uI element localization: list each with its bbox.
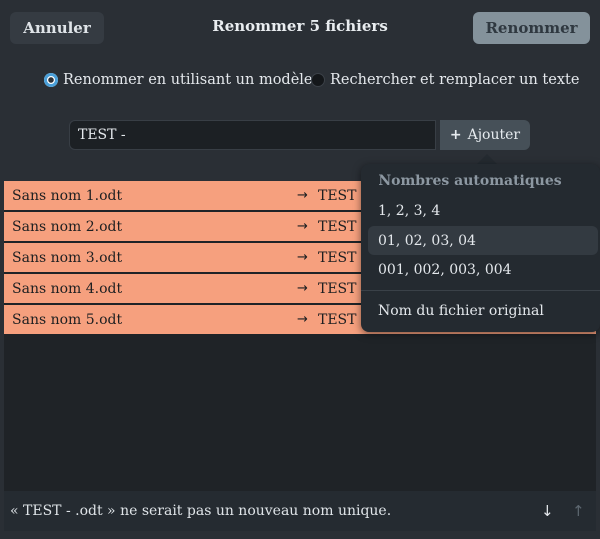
radio-replace-mode[interactable]: Rechercher et remplacer un texte xyxy=(311,72,579,88)
new-filename: TEST - xyxy=(318,311,366,328)
rename-dialog: Annuler Renommer 5 fichiers Renommer Ren… xyxy=(0,0,600,539)
arrow-down-icon[interactable]: ↓ xyxy=(541,502,554,520)
number-format-01[interactable]: 01, 02, 03, 04 xyxy=(368,226,598,255)
old-filename: Sans nom 5.odt xyxy=(12,311,123,328)
new-filename: TEST - xyxy=(318,249,366,266)
radio-template-label: Renommer en utilisant un modèle xyxy=(63,72,313,88)
template-input-value: TEST - xyxy=(78,127,126,143)
status-bar: « TEST - .odt » ne serait pas un nouveau… xyxy=(4,491,596,531)
new-filename: TEST - xyxy=(318,218,366,235)
arrow-up-icon[interactable]: ↑ xyxy=(572,502,585,520)
radio-template-mode[interactable]: Renommer en utilisant un modèle xyxy=(44,72,313,88)
rename-button[interactable]: Renommer xyxy=(473,12,590,44)
add-popover: Nombres automatiques 1, 2, 3, 4 01, 02, … xyxy=(361,164,600,332)
popover-title: Nombres automatiques xyxy=(378,173,562,189)
original-name-item[interactable]: Nom du fichier original xyxy=(368,296,598,325)
arrow-right-icon: → xyxy=(297,281,308,296)
plus-icon: + xyxy=(449,127,462,143)
conflict-message: « TEST - .odt » ne serait pas un nouveau… xyxy=(10,503,392,519)
header-bar: Annuler Renommer 5 fichiers Renommer xyxy=(0,0,600,56)
arrow-right-icon: → xyxy=(297,250,308,265)
mode-selector: Renommer en utilisant un modèle Recherch… xyxy=(0,72,600,94)
new-filename: TEST - xyxy=(318,187,366,204)
arrow-right-icon: → xyxy=(297,219,308,234)
template-input[interactable]: TEST - xyxy=(69,120,436,150)
arrow-right-icon: → xyxy=(297,312,308,327)
new-filename: TEST - xyxy=(318,280,366,297)
radio-replace-label: Rechercher et remplacer un texte xyxy=(330,72,580,88)
radio-unselected-icon xyxy=(311,73,325,87)
old-filename: Sans nom 4.odt xyxy=(12,280,123,297)
radio-selected-icon xyxy=(44,73,58,87)
add-button-label: Ajouter xyxy=(467,127,521,143)
arrow-right-icon: → xyxy=(297,188,308,203)
old-filename: Sans nom 1.odt xyxy=(12,187,123,204)
add-button[interactable]: + Ajouter xyxy=(440,120,530,150)
number-format-1[interactable]: 1, 2, 3, 4 xyxy=(368,196,598,225)
old-filename: Sans nom 2.odt xyxy=(12,218,123,235)
popover-separator xyxy=(361,290,600,291)
number-format-001[interactable]: 001, 002, 003, 004 xyxy=(368,255,598,284)
old-filename: Sans nom 3.odt xyxy=(12,249,123,266)
